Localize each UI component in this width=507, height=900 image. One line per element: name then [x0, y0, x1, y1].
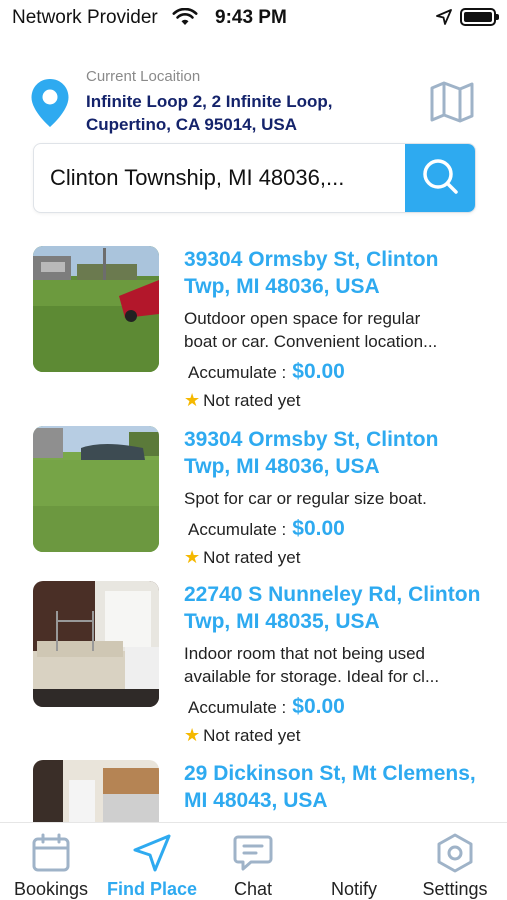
rating-row: ★ Not rated yet [184, 547, 484, 568]
location-arrow-icon [436, 9, 452, 30]
accumulate-row: Accumulate : $0.00 [184, 695, 484, 719]
calendar-icon [0, 833, 102, 873]
listing-price: $0.00 [292, 695, 345, 718]
search-icon [420, 156, 460, 201]
tab-label: Settings [422, 879, 488, 899]
carrier-name: Network Provider [12, 7, 158, 28]
listing-list[interactable]: 39304 Ormsby St, Clinton Twp, MI 48036, … [0, 246, 507, 822]
accumulate-label: Accumulate : [188, 363, 287, 382]
accumulate-row: Accumulate : $0.00 [184, 360, 484, 384]
listing-photo[interactable] [33, 581, 159, 707]
rating-row: ★ Not rated yet [184, 725, 484, 746]
tab-chat[interactable]: Chat [202, 823, 304, 900]
star-icon: ★ [184, 390, 201, 410]
chat-icon [202, 833, 304, 873]
tab-label: Chat [233, 879, 273, 899]
listing-address[interactable]: 39304 Ormsby St, Clinton Twp, MI 48036, … [184, 246, 484, 300]
map-pin-icon [30, 78, 70, 133]
search-button[interactable] [405, 144, 475, 212]
rating-row: ★ Not rated yet [184, 390, 484, 411]
tab-label: Notify [330, 879, 377, 899]
listing-description: Indoor room that not being used availabl… [184, 644, 440, 686]
listing-description: Outdoor open space for regular boat or c… [184, 309, 438, 351]
tab-find-place[interactable]: Find Place [101, 823, 203, 900]
rating-text: Not rated yet [203, 390, 301, 410]
settings-icon [404, 833, 506, 873]
location-address: Infinite Loop 2, 2 Infinite Loop, Cupert… [86, 92, 333, 134]
star-icon: ★ [184, 547, 201, 567]
navigation-icon [101, 833, 203, 873]
bell-icon [303, 833, 405, 873]
map-button[interactable] [428, 80, 476, 128]
rating-text: Not rated yet [203, 725, 301, 745]
tab-label: Find Place [106, 879, 198, 899]
clock-time: 9:43 PM [215, 7, 287, 28]
listing-address[interactable]: 39304 Ormsby St, Clinton Twp, MI 48036, … [184, 426, 484, 480]
accumulate-label: Accumulate : [188, 520, 287, 539]
listing-description: Spot for car or regular size boat. [184, 489, 427, 508]
search-bar [33, 143, 476, 213]
star-icon: ★ [184, 725, 201, 745]
search-input[interactable] [34, 144, 406, 212]
listing-address[interactable]: 22740 S Nunneley Rd, Clinton Twp, MI 480… [184, 581, 484, 635]
accumulate-label: Accumulate : [188, 698, 287, 717]
tab-settings[interactable]: Settings [404, 823, 506, 900]
status-bar: Network Provider 9:43 PM [0, 0, 507, 34]
wifi-icon [172, 7, 198, 31]
listing-price: $0.00 [292, 360, 345, 383]
battery-icon [460, 8, 499, 26]
listing-address[interactable]: 29 Dickinson St, Mt Clemens, MI 48043, U… [184, 760, 484, 814]
accumulate-row: Accumulate : $0.00 [184, 517, 484, 541]
tab-bookings[interactable]: Bookings [0, 823, 102, 900]
listing-photo[interactable] [33, 760, 159, 822]
tab-label: Bookings [13, 879, 89, 899]
tab-notify[interactable]: Notify [303, 823, 405, 900]
location-label: Current Locaition [86, 68, 201, 85]
map-icon [429, 79, 475, 130]
listing-photo[interactable] [33, 426, 159, 552]
rating-text: Not rated yet [203, 547, 301, 567]
current-location: Current Locaition Infinite Loop 2, 2 Inf… [30, 66, 490, 138]
listing-price: $0.00 [292, 517, 345, 540]
listing-photo[interactable] [33, 246, 159, 372]
tab-bar: Bookings Find Place Chat Notify Settings [0, 822, 507, 900]
